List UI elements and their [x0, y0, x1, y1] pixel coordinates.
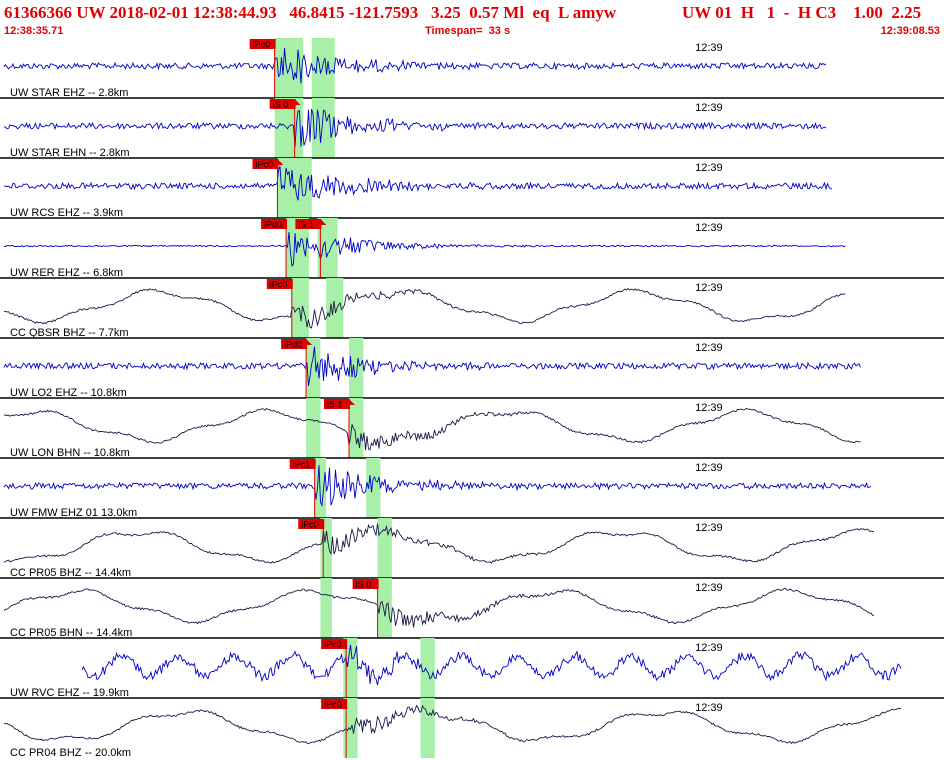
- pick-label: iS 1: [298, 220, 314, 230]
- channel-label: UW LO2 EHZ -- 10.8km: [10, 387, 127, 399]
- seismogram-panels[interactable]: iPc0 12:39 UW STAR EHZ -- 2.8km iS 0 12:39 UW…: [0, 38, 944, 760]
- pick-label: iPc1: [293, 460, 311, 470]
- minute-marker: 12:39: [695, 642, 723, 654]
- pick-window: [420, 638, 435, 698]
- pick-label: iPc0: [270, 280, 288, 290]
- pick-window: [377, 518, 392, 578]
- channel-label: UW STAR EHN -- 2.8km: [10, 147, 130, 159]
- start-time: 12:38:35.71: [4, 25, 64, 37]
- pick-label: iPc0: [324, 700, 342, 710]
- channel-label: UW LON BHN -- 10.8km: [10, 447, 130, 459]
- end-time: 12:39:08.53: [880, 25, 940, 37]
- channel-label: UW RER EHZ -- 6.8km: [10, 267, 123, 279]
- seismic-trace: [3, 523, 875, 564]
- channel-label: CC PR04 BHZ -- 20.0km: [10, 747, 131, 759]
- channel-label: UW FMW EHZ 01 13.0km: [10, 507, 137, 519]
- channel-label: CC QBSR BHZ -- 7.7km: [10, 327, 129, 339]
- pick-label: iPc0: [253, 40, 271, 50]
- pick-label: iPd0: [264, 220, 282, 230]
- pick-window: [277, 158, 312, 218]
- record-header: 61366366 UW 2018-02-01 12:38:44.93 46.84…: [0, 0, 944, 38]
- pick-window: [314, 458, 327, 518]
- minute-marker: 12:39: [695, 702, 723, 714]
- channel-label: CC PR05 BHN -- 14.4km: [10, 627, 132, 639]
- pick-window: [311, 38, 335, 98]
- seismic-trace: [3, 407, 861, 451]
- seismic-trace: [3, 465, 872, 507]
- minute-marker: 12:39: [695, 42, 723, 54]
- seismic-trace: [3, 287, 846, 329]
- pick-label: iS 0: [273, 100, 289, 110]
- channel-summary: UW 01 H 1 - H C3 1.00 2.25: [682, 3, 922, 22]
- seismic-trace: [3, 232, 846, 267]
- pick-window: [311, 98, 335, 158]
- pick-label: iS 0: [356, 580, 372, 590]
- minute-marker: 12:39: [695, 222, 723, 234]
- pick-window: [306, 398, 321, 458]
- event-summary: 61366366 UW 2018-02-01 12:38:44.93 46.84…: [4, 3, 617, 22]
- seismic-trace: [3, 704, 902, 745]
- minute-marker: 12:39: [695, 162, 723, 174]
- minute-marker: 12:39: [695, 402, 723, 414]
- pick-label: iS 1: [327, 400, 343, 410]
- minute-marker: 12:39: [695, 342, 723, 354]
- channel-label: UW RVC EHZ -- 19.9km: [10, 687, 129, 699]
- pick-label: iPd0: [284, 340, 302, 350]
- channel-label: UW RCS EHZ -- 3.9km: [10, 207, 123, 219]
- minute-marker: 12:39: [695, 522, 723, 534]
- pick-label: iPc0: [301, 520, 319, 530]
- seismic-trace: [3, 587, 875, 628]
- pick-window: [320, 578, 332, 638]
- timespan-label: Timespan= 33 s: [425, 25, 511, 37]
- minute-marker: 12:39: [695, 282, 723, 294]
- minute-marker: 12:39: [695, 582, 723, 594]
- pick-window: [291, 278, 309, 338]
- channel-label: CC PR05 BHZ -- 14.4km: [10, 567, 131, 579]
- seismic-trace: [3, 109, 827, 148]
- pick-label: iPc0: [324, 640, 342, 650]
- seismic-trace: [3, 346, 861, 386]
- pick-window: [348, 398, 364, 458]
- minute-marker: 12:39: [695, 102, 723, 114]
- minute-marker: 12:39: [695, 462, 723, 474]
- channel-label: UW STAR EHZ -- 2.8km: [10, 87, 128, 99]
- seismogram-svg[interactable]: iPc0 12:39 UW STAR EHZ -- 2.8km iS 0 12:39 UW…: [0, 38, 944, 760]
- pick-label: iPc0: [255, 160, 273, 170]
- seismic-trace: [81, 644, 902, 686]
